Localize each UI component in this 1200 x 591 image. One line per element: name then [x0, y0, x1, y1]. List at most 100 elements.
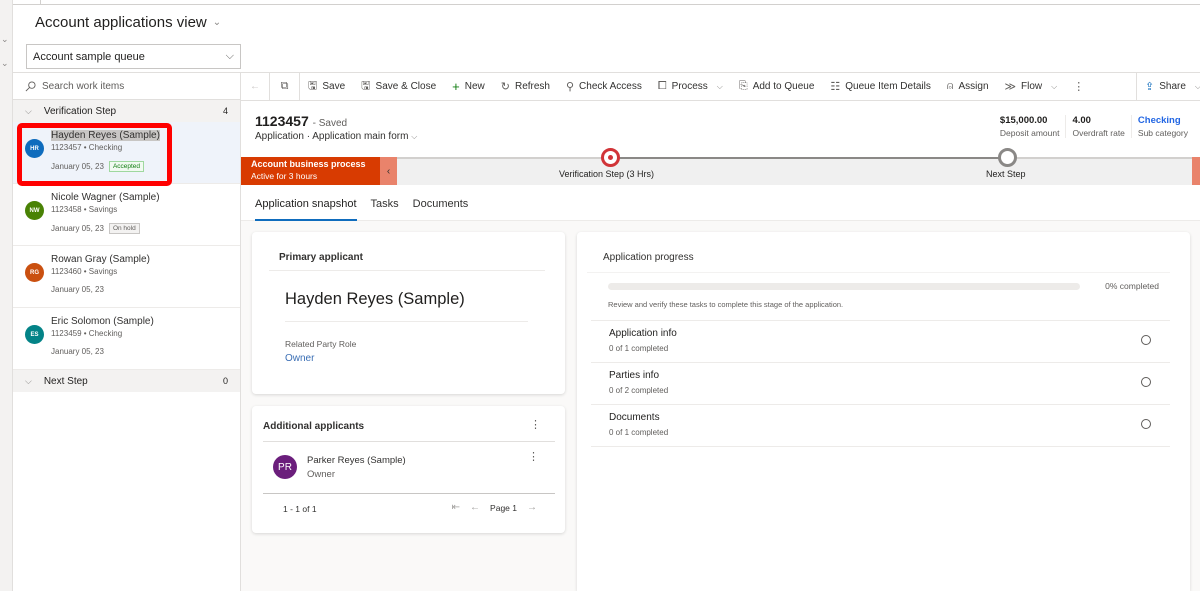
new-button[interactable]: + New [444, 73, 493, 100]
bpf-collapse-button[interactable]: ‹ [380, 157, 397, 185]
progress-description: Review and verify these tasks to complet… [608, 300, 844, 309]
task-row[interactable]: Documents 0 of 1 completed [591, 404, 1170, 446]
process-button[interactable]: ⧠ Process ⌵ [650, 73, 731, 100]
chevron-down-icon: ⌵ [25, 105, 32, 116]
first-page-icon[interactable]: ⇤ [452, 502, 460, 513]
open-in-new-window-button[interactable]: ⧉ [270, 73, 300, 100]
list-item[interactable]: NW Nicole Wagner (Sample) 1123458 • Savi… [13, 184, 240, 246]
save-status: - Saved [312, 118, 348, 129]
related-party-role-value[interactable]: Owner [285, 353, 314, 364]
stage-node-active[interactable] [601, 148, 620, 167]
chevron-down-icon[interactable]: ⌄ [1, 34, 9, 45]
kpi-value-link[interactable]: Checking [1138, 115, 1188, 126]
assign-button[interactable]: ⍝ Assign [939, 73, 997, 100]
list-item[interactable]: RG Rowan Gray (Sample) 1123460 • Savings… [13, 246, 240, 308]
bpf-next-button[interactable] [1192, 157, 1200, 185]
search-work-items-input[interactable]: Search work items [13, 72, 240, 100]
divider [263, 441, 555, 442]
task-complete-radio[interactable] [1141, 377, 1151, 387]
more-vertical-icon: ⋮ [1073, 81, 1085, 93]
record-title: 1123457 - Saved [255, 113, 347, 129]
save-icon: 🖫 [308, 80, 318, 92]
kpi-label: Sub category [1137, 128, 1188, 138]
save-close-button[interactable]: 🖫 Save & Close [353, 73, 444, 100]
task-name: Documents [609, 412, 660, 423]
queue-details-icon: ☷ [830, 81, 841, 93]
chevron-down-icon[interactable]: ⌵ [411, 132, 417, 141]
item-subtitle: 1123459 • Checking [51, 329, 123, 338]
task-status: 0 of 1 completed [609, 344, 669, 353]
save-close-label: Save & Close [375, 81, 437, 92]
card-heading: Additional applicants [263, 421, 365, 432]
group-header-next-step[interactable]: ⌵ Next Step 0 [13, 370, 240, 392]
task-row[interactable]: Application info 0 of 1 completed [591, 320, 1170, 362]
chevron-down-icon: ⌵ [1194, 81, 1200, 91]
new-label: New [464, 81, 485, 92]
group-count: 0 [222, 376, 228, 386]
tab-application-snapshot[interactable]: Application snapshot [255, 188, 357, 221]
applicant-role: Owner [307, 469, 335, 480]
form-tabs: Application snapshot Tasks Documents [241, 188, 1200, 221]
group-header-verification-step[interactable]: ⌵ Verification Step 4 [13, 100, 240, 122]
queue-dropdown[interactable]: Account sample queue ⌵ [26, 44, 241, 69]
record-count: 1 - 1 of 1 [283, 504, 317, 514]
view-selector[interactable]: Account applications view ⌄ [35, 14, 221, 31]
item-name: Eric Solomon (Sample) [51, 316, 154, 327]
kpi-label: Deposit amount [999, 128, 1060, 138]
add-to-queue-button[interactable]: ⎘ Add to Queue [731, 73, 823, 100]
refresh-button[interactable]: ↻ Refresh [493, 73, 558, 100]
stage-label[interactable]: Next Step [986, 169, 1026, 179]
refresh-label: Refresh [514, 81, 550, 92]
item-subtitle: 1123458 • Savings [51, 205, 118, 214]
avatar: ES [25, 325, 44, 344]
primary-applicant-name: Hayden Reyes (Sample) [285, 290, 465, 308]
task-status: 0 of 1 completed [609, 428, 669, 437]
chevron-left-icon: ‹ [386, 165, 391, 177]
more-commands-button[interactable]: ⋮ [1065, 73, 1092, 100]
applicant-name[interactable]: Parker Reyes (Sample) [307, 455, 406, 466]
queue-selected-value: Account sample queue [33, 50, 145, 63]
more-vertical-icon[interactable]: ⋮ [530, 418, 541, 431]
entity-name: Application [255, 131, 304, 142]
share-label: Share [1159, 81, 1186, 92]
flow-icon: ≫ [1004, 81, 1017, 93]
chevron-down-icon[interactable]: ⌄ [1, 58, 9, 69]
item-date: January 05, 23 [51, 285, 104, 294]
task-complete-radio[interactable] [1141, 335, 1151, 345]
task-row[interactable]: Parties info 0 of 2 completed [591, 362, 1170, 404]
progress-line [1008, 157, 1192, 159]
chevron-down-icon: ⌵ [225, 50, 234, 62]
card-heading: Application progress [603, 252, 694, 263]
task-complete-radio[interactable] [1141, 419, 1151, 429]
arrow-left-icon[interactable]: ← [470, 502, 480, 513]
more-vertical-icon[interactable]: ⋮ [528, 450, 539, 463]
search-placeholder: Search work items [42, 80, 125, 92]
chevron-down-icon: ⌄ [212, 17, 222, 28]
primary-applicant-card: Primary applicant Hayden Reyes (Sample) … [252, 232, 565, 394]
save-button[interactable]: 🖫 Save [300, 73, 353, 100]
stage-label[interactable]: Verification Step (3 Hrs) [559, 169, 654, 179]
assign-label: Assign [958, 81, 989, 92]
task-status: 0 of 2 completed [609, 386, 669, 395]
flow-button[interactable]: ≫ Flow ⌵ [997, 73, 1066, 100]
arrow-right-icon[interactable]: → [527, 502, 537, 513]
refresh-icon: ↻ [500, 81, 510, 93]
tab-tasks[interactable]: Tasks [371, 188, 399, 220]
list-item[interactable]: ES Eric Solomon (Sample) 1123459 • Check… [13, 308, 240, 370]
card-heading: Primary applicant [279, 252, 363, 263]
progress-line [397, 157, 612, 159]
share-button[interactable]: ⇪ Share ⌵ [1136, 73, 1200, 100]
process-name-panel[interactable]: Account business process Active for 3 ho… [241, 157, 380, 185]
divider [13, 4, 1200, 5]
list-item[interactable]: HR Hayden Reyes (Sample) 1123457 • Check… [13, 122, 240, 184]
form-selector[interactable]: Application main form [312, 131, 408, 142]
check-access-button[interactable]: ⚲ Check Access [558, 73, 650, 100]
back-button[interactable]: ← [241, 73, 270, 100]
stage-node-next[interactable] [998, 148, 1017, 167]
tab-documents[interactable]: Documents [413, 188, 469, 220]
queue-item-details-button[interactable]: ☷ Queue Item Details [822, 73, 938, 100]
avatar: RG [25, 263, 44, 282]
queue-item-details-label: Queue Item Details [845, 81, 931, 92]
flow-label: Flow [1021, 81, 1043, 92]
kpi-overdraft-rate: 4.00 Overdraft rate [1065, 115, 1130, 138]
